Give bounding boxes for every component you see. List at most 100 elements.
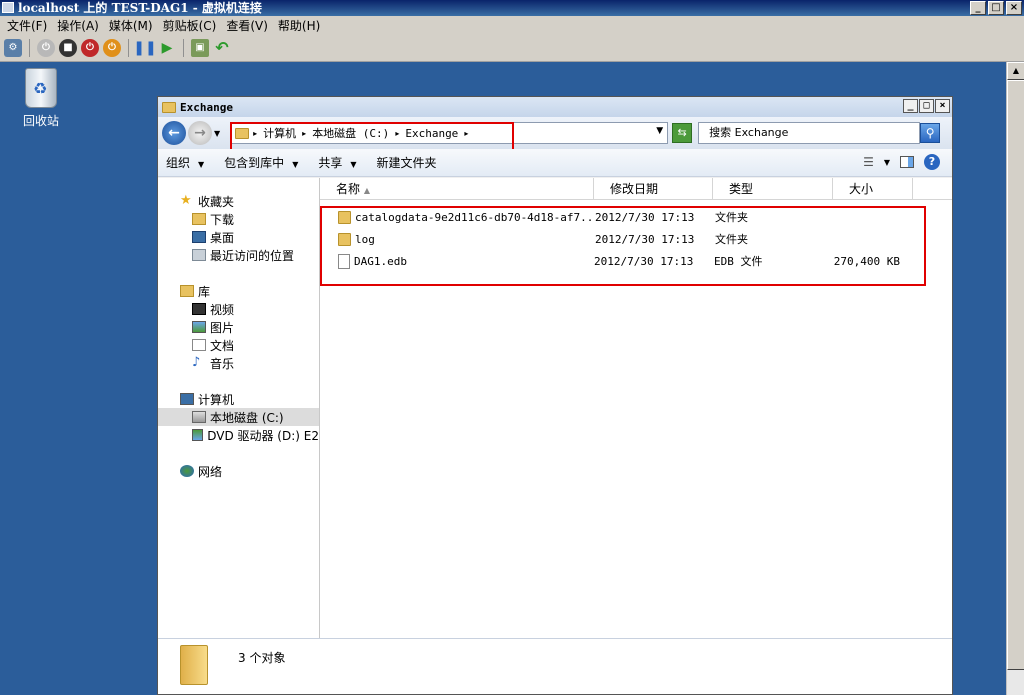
nav-libraries[interactable]: 库 [158,282,319,300]
nav-network[interactable]: 网络 [158,462,319,480]
recycle-bin-label: 回收站 [22,114,59,128]
file-date: 2012/7/30 17:13 [595,210,695,224]
close-button[interactable]: × [1006,1,1022,15]
library-icon [180,285,194,297]
folder-icon [338,210,351,224]
share-button[interactable]: 共享 ▼ [318,154,356,171]
shutdown-icon[interactable]: ⏻ [81,38,99,57]
menu-help[interactable]: 帮助(H) [273,17,325,34]
include-in-library-button[interactable]: 包含到库中 ▼ [224,154,298,171]
item-count: 3 个对象 [238,651,286,665]
desktop-icon [192,231,206,243]
file-row[interactable]: DAG1.edb 2012/7/30 17:13 EDB 文件 270,400 … [320,250,952,272]
chevron-icon[interactable]: ▸ [464,129,468,138]
search-input[interactable]: 搜索 Exchange [698,122,921,144]
file-type: EDB 文件 [714,255,763,268]
vm-menu-bar: 文件(F) 操作(A) 媒体(M) 剪贴板(C) 查看(V) 帮助(H) [0,16,1024,34]
address-folder-icon [235,127,250,139]
address-bar[interactable]: ▸ 计算机 ▸ 本地磁盘 (C:) ▸ Exchange ▸ ▼ [230,122,669,144]
column-header-size[interactable]: 大小 [833,178,913,199]
vm-title-bar: localhost 上的 TEST-DAG1 - 虚拟机连接 _ □ × [0,0,1024,16]
sort-ascending-icon: ▲ [363,186,370,195]
back-arrow-icon[interactable]: ← [162,121,186,145]
folder-icon [162,101,176,113]
new-folder-button[interactable]: 新建文件夹 [377,154,437,171]
large-folder-icon [180,645,208,685]
chevron-icon[interactable]: ▸ [302,129,306,138]
explorer-title-bar: Exchange _ □ × [158,97,952,117]
preview-pane-icon[interactable] [900,156,914,168]
nav-music[interactable]: ♪ 音乐 [158,354,319,372]
address-dropdown-icon[interactable]: ▼ [656,126,663,136]
vertical-scrollbar[interactable]: ▲ [1006,62,1024,695]
explorer-maximize-button[interactable]: □ [919,99,934,113]
file-name: catalogdata-9e2d11c6-db70-4d18-af7... [355,210,595,224]
history-chevron-icon[interactable]: ▼ [214,129,220,138]
menu-media[interactable]: 媒体(M) [104,17,158,34]
turn-off-icon[interactable]: ■ [59,38,77,57]
breadcrumb-exchange[interactable]: Exchange [405,127,458,140]
nav-recent-places[interactable]: 最近访问的位置 [158,246,319,264]
folder-icon [338,232,351,246]
command-bar: 组织 ▼ 包含到库中 ▼ 共享 ▼ 新建文件夹 ☰ ▼ ? [158,149,952,177]
search-icon[interactable]: ⚲ [920,123,941,143]
file-row[interactable]: catalogdata-9e2d11c6-db70-4d18-af7... 20… [320,206,952,228]
file-list-pane: 名称 ▲ 修改日期 类型 大小 catalogdata-9e2d11c6-db7… [320,178,952,638]
explorer-minimize-button[interactable]: _ [903,99,918,113]
column-header-type[interactable]: 类型 [713,178,833,199]
network-icon [180,465,194,477]
breadcrumb-computer[interactable]: 计算机 [263,125,296,141]
nav-videos[interactable]: 视频 [158,300,319,318]
column-header-row: 名称 ▲ 修改日期 类型 大小 [320,178,952,200]
computer-icon [180,393,194,405]
music-icon: ♪ [192,355,201,370]
column-header-date[interactable]: 修改日期 [594,178,713,199]
recent-places-icon [192,249,206,261]
save-state-icon[interactable]: ⏻ [103,38,121,57]
video-icon [192,303,206,315]
menu-view[interactable]: 查看(V) [221,17,273,34]
view-dropdown-icon[interactable]: ▼ [884,158,890,167]
nav-local-disk[interactable]: 本地磁盘 (C:) [158,408,319,426]
breadcrumb-local-disk[interactable]: 本地磁盘 (C:) [312,125,389,141]
explorer-body: ★ 收藏夹 下载 桌面 最近访问的位置 库 视频 图片 文档 ♪ 音乐 计算机 … [158,178,952,638]
chevron-icon[interactable]: ▸ [395,129,399,138]
file-row[interactable]: log 2012/7/30 17:13 文件夹 [320,228,952,250]
chevron-icon[interactable]: ▸ [253,129,257,138]
pause-icon[interactable]: ❚❚ [133,39,156,57]
nav-desktop[interactable]: 桌面 [158,228,319,246]
details-pane: 3 个对象 [158,638,952,694]
help-icon[interactable]: ? [924,154,940,170]
menu-action[interactable]: 操作(A) [52,17,104,34]
toolbar-separator [183,38,184,57]
nav-computer[interactable]: 计算机 [158,390,319,408]
menu-clipboard[interactable]: 剪贴板(C) [158,17,222,34]
nav-downloads[interactable]: 下载 [158,210,319,228]
column-header-name[interactable]: 名称 ▲ [320,178,594,199]
nav-dvd-drive[interactable]: DVD 驱动器 (D:) E2 [158,426,319,444]
nav-documents[interactable]: 文档 [158,336,319,354]
organize-button[interactable]: 组织 ▼ [166,154,204,171]
explorer-close-button[interactable]: × [935,99,950,113]
snapshot-icon[interactable]: ▣ [191,38,209,57]
recycle-bin[interactable]: 回收站 [18,68,64,129]
view-options-icon[interactable]: ☰ [863,155,874,169]
nav-pictures[interactable]: 图片 [158,318,319,336]
menu-file[interactable]: 文件(F) [2,17,52,34]
explorer-window: Exchange _ □ × ← → ▼ ▸ 计算机 ▸ 本地磁盘 (C:) ▸… [157,96,953,695]
minimize-button[interactable]: _ [970,1,986,15]
revert-icon[interactable]: ↶ [213,38,231,57]
resume-icon[interactable]: ▶ [158,39,176,57]
scroll-thumb[interactable] [1007,80,1024,670]
nav-favorites[interactable]: ★ 收藏夹 [158,192,319,210]
address-row: ← → ▼ ▸ 计算机 ▸ 本地磁盘 (C:) ▸ Exchange ▸ ▼ ⇆… [158,117,952,149]
file-name: DAG1.edb [354,254,407,268]
refresh-icon[interactable]: ⇆ [672,123,693,143]
scroll-up-icon[interactable]: ▲ [1007,62,1024,80]
toolbar-separator [128,38,129,57]
forward-arrow-icon[interactable]: → [188,121,212,145]
ctrl-alt-del-icon[interactable]: ⚙ [4,38,22,57]
maximize-button[interactable]: □ [988,1,1004,15]
file-date: 2012/7/30 17:13 [595,232,695,246]
start-icon[interactable]: ⏻ [37,38,55,57]
